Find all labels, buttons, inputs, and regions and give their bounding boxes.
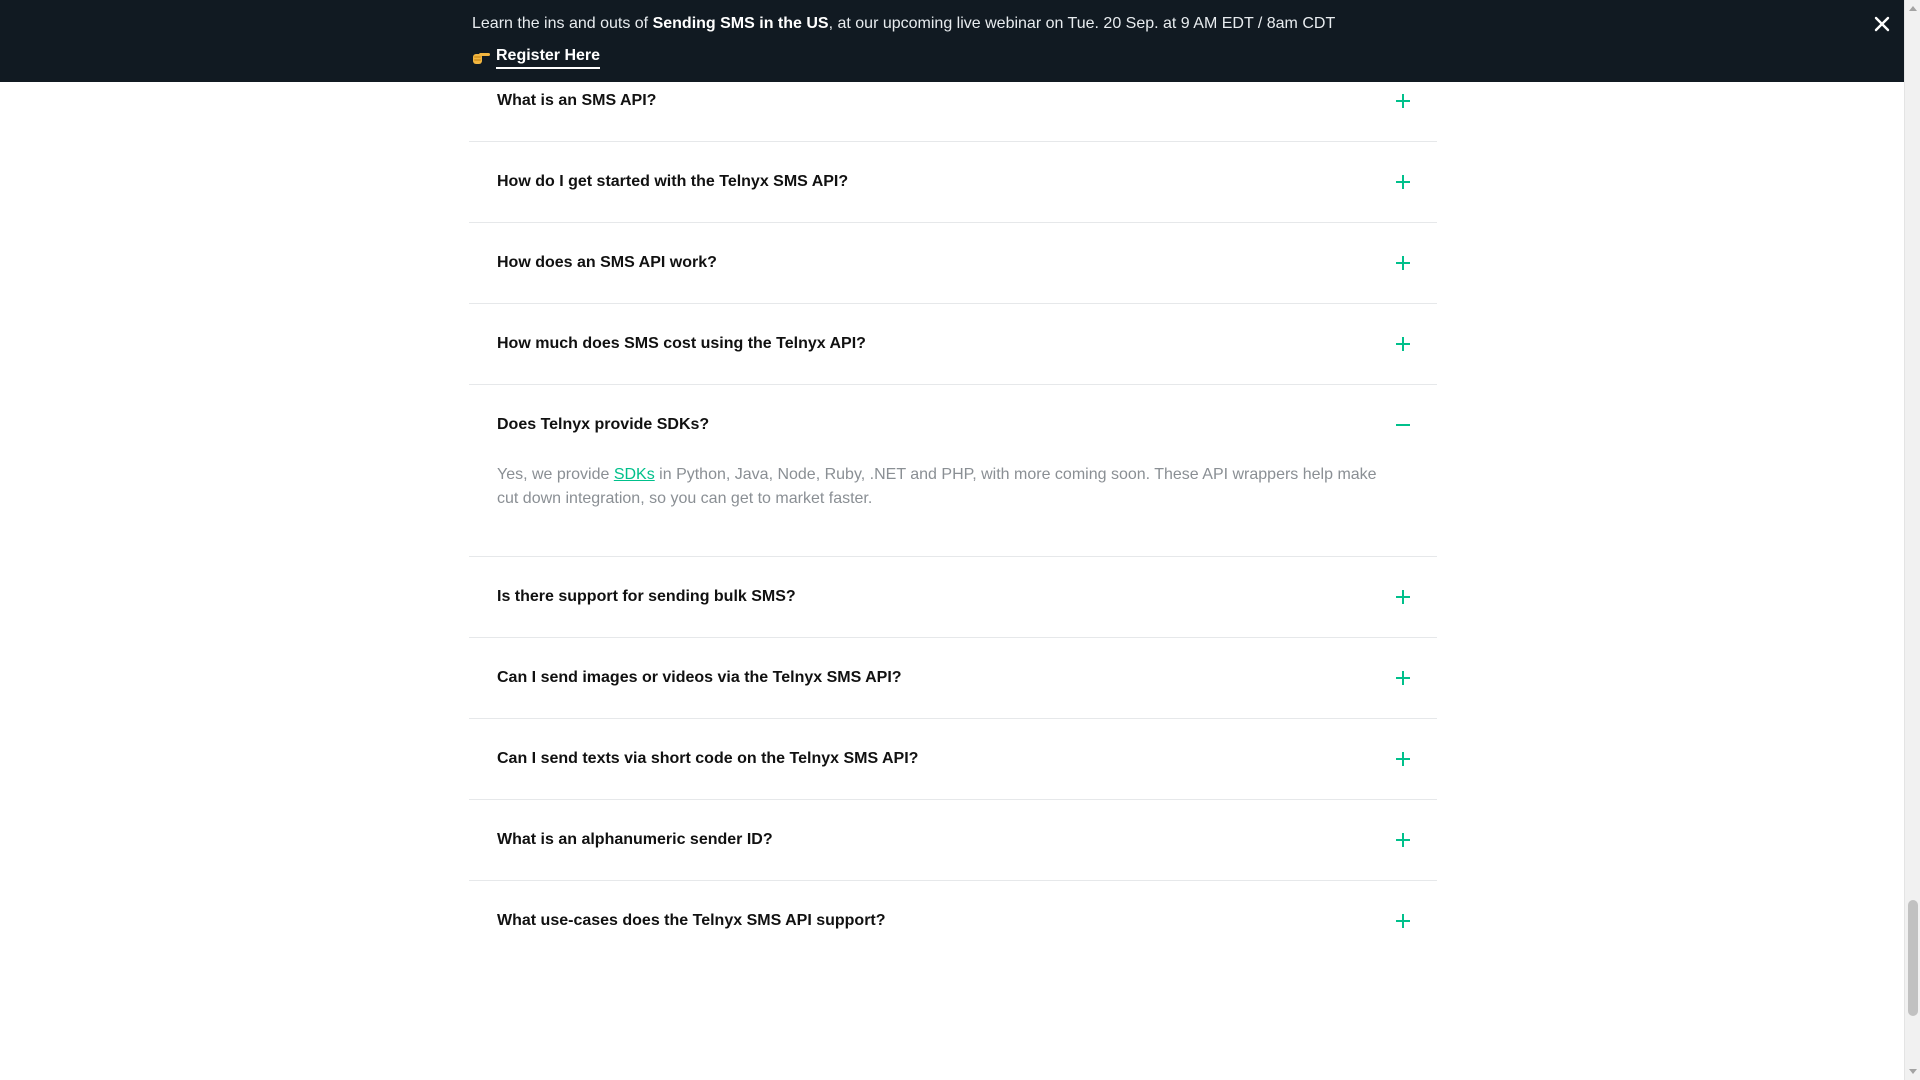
banner-message: Learn the ins and outs of Sending SMS in…	[472, 14, 1335, 34]
plus-icon[interactable]	[1396, 833, 1410, 847]
vertical-scrollbar[interactable]	[1904, 0, 1920, 1080]
faq-item[interactable]: Is there support for sending bulk SMS?	[469, 557, 1437, 638]
faq-item[interactable]: What is an alphanumeric sender ID?	[469, 800, 1437, 881]
scrollbar-thumb[interactable]	[1908, 900, 1918, 1016]
sdks-link[interactable]: SDKs	[614, 466, 655, 483]
faq-item[interactable]: Can I send images or videos via the Teln…	[469, 638, 1437, 719]
plus-icon[interactable]	[1396, 94, 1410, 108]
banner-text-bold: Sending SMS in the US	[652, 15, 829, 32]
faq-item[interactable]: What use-cases does the Telnyx SMS API s…	[469, 881, 1437, 962]
close-icon[interactable]	[1872, 14, 1892, 34]
faq-question[interactable]: Is there support for sending bulk SMS?	[497, 587, 796, 607]
plus-icon[interactable]	[1396, 337, 1410, 351]
faq-question[interactable]: How much does SMS cost using the Telnyx …	[497, 334, 866, 354]
faq-question[interactable]: How does an SMS API work?	[497, 253, 717, 273]
minus-icon[interactable]	[1396, 418, 1410, 432]
faq-question[interactable]: What is an alphanumeric sender ID?	[497, 830, 773, 850]
plus-icon[interactable]	[1396, 256, 1410, 270]
faq-question[interactable]: Does Telnyx provide SDKs?	[497, 415, 709, 435]
faq-question[interactable]: What use-cases does the Telnyx SMS API s…	[497, 911, 886, 931]
faq-answer: Yes, we provide SDKs in Python, Java, No…	[497, 463, 1397, 511]
faq-question[interactable]: Can I send texts via short code on the T…	[497, 749, 918, 769]
plus-icon[interactable]	[1396, 590, 1410, 604]
faq-item-expanded[interactable]: Does Telnyx provide SDKs? Yes, we provid…	[469, 385, 1437, 557]
faq-item[interactable]: Can I send texts via short code on the T…	[469, 719, 1437, 800]
plus-icon[interactable]	[1396, 914, 1410, 928]
faq-question[interactable]: What is an SMS API?	[497, 91, 656, 111]
plus-icon[interactable]	[1396, 175, 1410, 189]
faq-item[interactable]: What is an SMS API?	[469, 60, 1437, 142]
faq-item[interactable]: How do I get started with the Telnyx SMS…	[469, 142, 1437, 223]
faq-item[interactable]: How much does SMS cost using the Telnyx …	[469, 304, 1437, 385]
faq-question[interactable]: Can I send images or videos via the Teln…	[497, 668, 902, 688]
faq-question[interactable]: How do I get started with the Telnyx SMS…	[497, 172, 848, 192]
scroll-up-arrow-icon[interactable]	[1909, 6, 1917, 11]
faq-item[interactable]: How does an SMS API work?	[469, 223, 1437, 304]
banner-text-prefix: Learn the ins and outs of	[472, 15, 653, 32]
faq-answer-prefix: Yes, we provide	[497, 466, 614, 483]
banner-text-suffix: , at our upcoming live webinar on Tue. 2…	[828, 15, 1336, 32]
plus-icon[interactable]	[1396, 671, 1410, 685]
plus-icon[interactable]	[1396, 752, 1410, 766]
scroll-down-arrow-icon[interactable]	[1909, 1069, 1917, 1074]
